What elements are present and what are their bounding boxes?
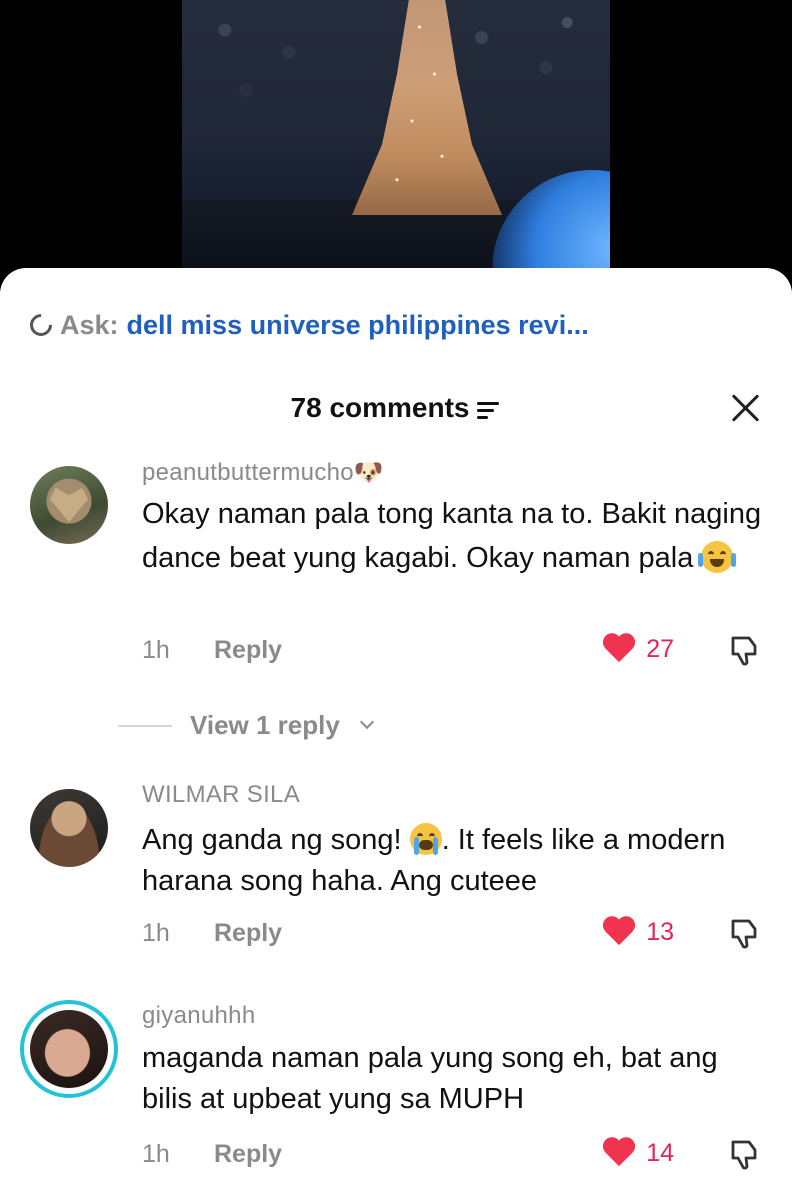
comment-text: Okay naman pala tong kanta na to. Bakit … [142,494,762,579]
reply-button[interactable]: Reply [214,1140,282,1169]
dislike-icon[interactable] [728,1138,762,1172]
reply-button[interactable]: Reply [214,636,282,665]
divider-line [118,724,172,727]
comments-count: 78 comments [290,392,470,423]
like-button[interactable]: 14 [602,1138,674,1168]
heart-icon [602,1138,636,1168]
ask-label: Ask: [60,309,119,340]
like-count: 14 [646,1138,674,1167]
close-icon[interactable] [730,392,760,422]
avatar[interactable] [30,789,108,867]
video-preview[interactable] [0,0,792,290]
comments-sheet: Ask: dell miss universe philippines revi… [0,268,792,1200]
sort-filter-icon[interactable] [477,400,501,420]
like-button[interactable]: 13 [602,917,674,947]
view-replies-label: View 1 reply [190,710,340,740]
comment-meta: 1h Reply [142,1140,282,1169]
ask-search-row[interactable]: Ask: dell miss universe philippines revi… [25,308,589,342]
like-count: 27 [646,634,674,663]
avatar[interactable] [30,466,108,544]
avatar-heart-icon [50,487,88,522]
reply-button[interactable]: Reply [214,919,282,948]
dislike-icon[interactable] [728,634,762,668]
like-count: 13 [646,917,674,946]
comment-text: maganda naman pala yung song eh, bat ang… [142,1042,718,1115]
comment-meta: 1h Reply [142,636,282,665]
comment-username[interactable]: peanutbuttermucho🐶 [142,458,384,487]
comment-time: 1h [142,919,170,947]
comments-header: 78 comments [0,388,792,428]
laugh-cry-emoji-icon [698,541,737,573]
ask-icon [25,309,57,341]
comment-time: 1h [142,636,170,664]
comment-text-body: Okay naman pala tong kanta na to. Bakit … [142,498,762,574]
ask-query-link[interactable]: dell miss universe philippines revi... [127,310,589,341]
comment-text: Ang ganda ng song! . It feels like a mod… [142,817,762,902]
crying-emoji-icon [409,823,442,855]
video-frame [182,0,610,290]
chevron-down-icon [359,714,374,729]
comment-meta: 1h Reply [142,919,282,948]
heart-icon [602,634,636,664]
comment-username[interactable]: WILMAR SILA [142,781,300,809]
like-button[interactable]: 27 [602,634,674,664]
dislike-icon[interactable] [728,917,762,951]
comment-time: 1h [142,1140,170,1168]
comment-text-part1: Ang ganda ng song! [142,824,402,856]
heart-icon [602,917,636,947]
view-replies-button[interactable]: View 1 reply [118,710,374,741]
avatar[interactable] [30,1010,108,1088]
comment-username[interactable]: giyanuhhh [142,1002,255,1030]
